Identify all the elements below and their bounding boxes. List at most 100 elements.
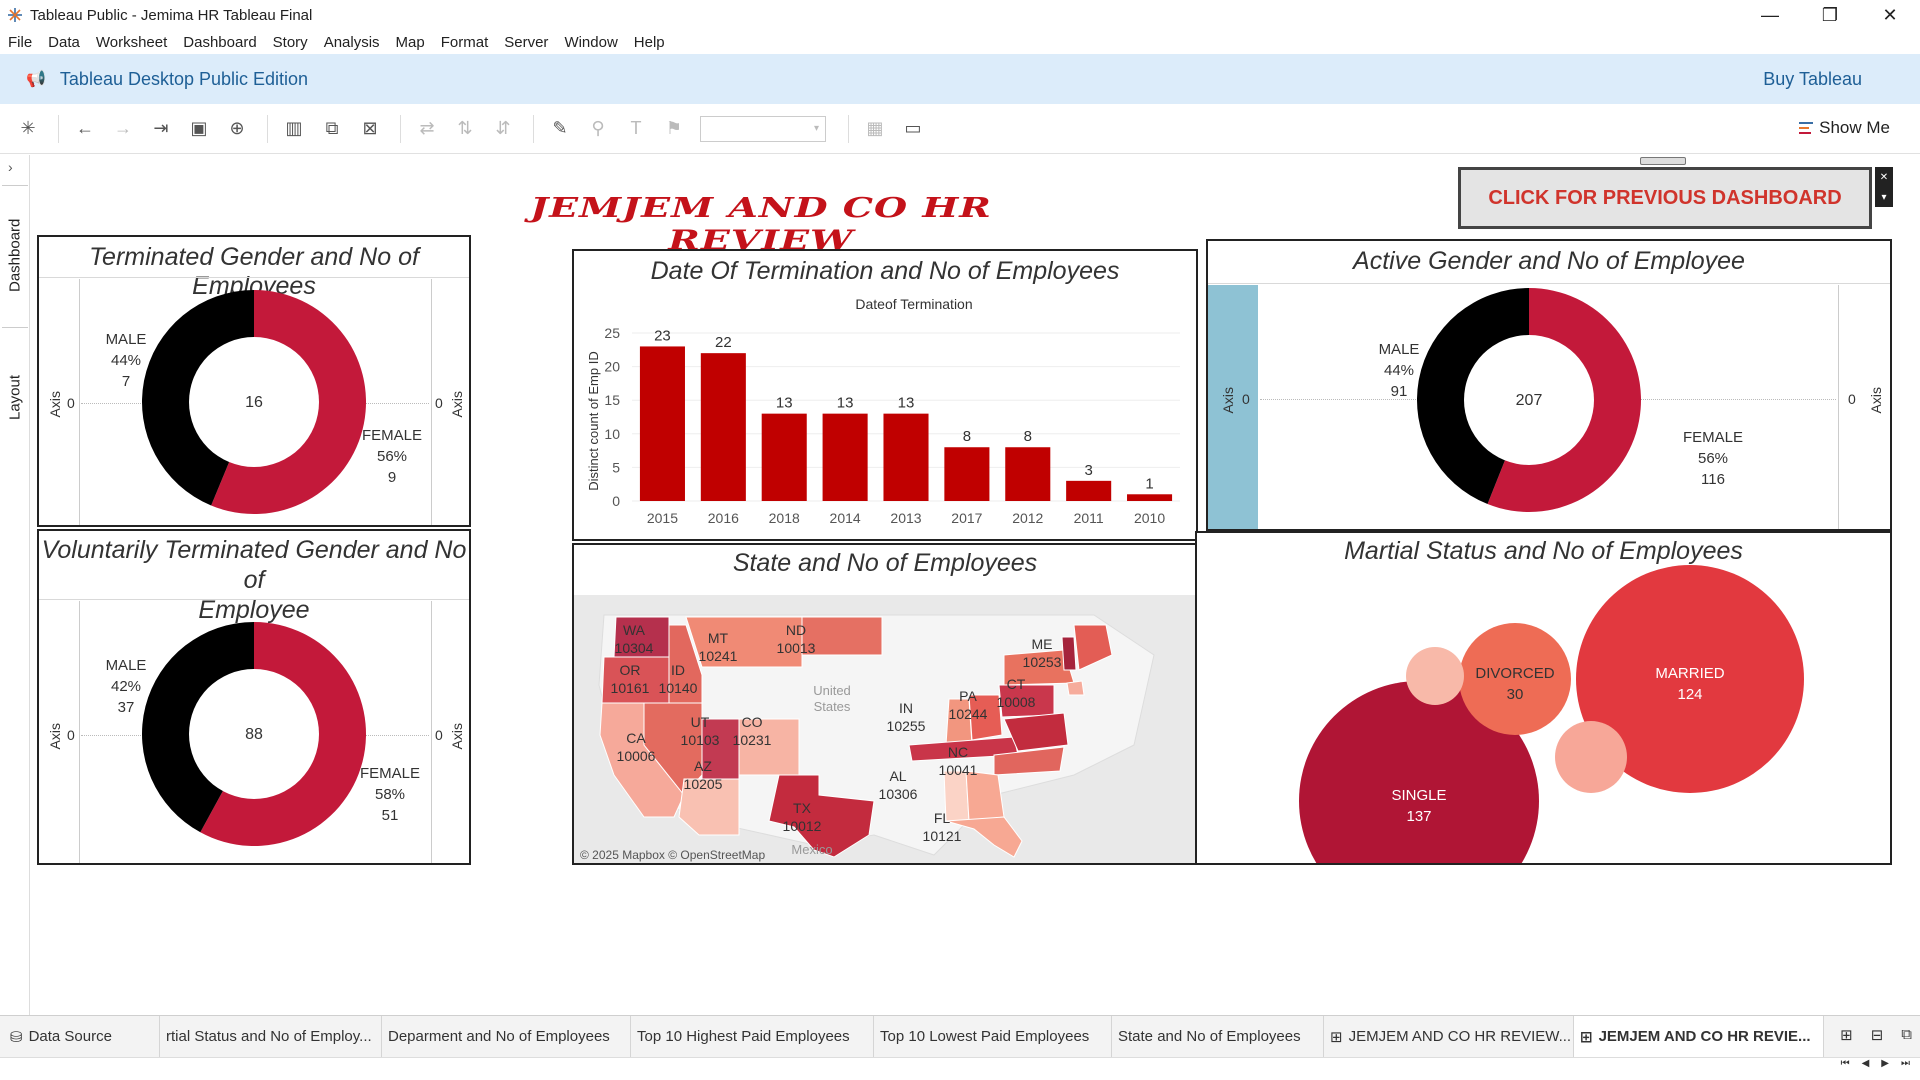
tab-data-source[interactable]: ⛁ Data Source <box>0 1015 160 1058</box>
state-ct[interactable] <box>1066 680 1085 696</box>
chevron-down-icon[interactable]: ▾ <box>1881 192 1886 203</box>
highlight-icon[interactable]: ✎ <box>548 117 572 141</box>
right-axis-zero: 0 <box>435 395 443 411</box>
dashboard-title: JEMJEM AND CO HR REVIEW <box>530 191 992 256</box>
fit-icon[interactable]: ▦ <box>863 117 887 141</box>
menu-format[interactable]: Format <box>441 34 489 51</box>
tab-hr-review-1[interactable]: ⊞ JEMJEM AND CO HR REVIEW... <box>1324 1015 1574 1058</box>
bar-2016[interactable] <box>700 353 746 501</box>
bar-2012[interactable] <box>1005 447 1051 501</box>
close-icon[interactable]: ✕ <box>1880 172 1888 183</box>
prev-sheet-icon[interactable]: ◀ <box>1862 1058 1870 1069</box>
save-icon[interactable]: ▣ <box>187 117 211 141</box>
tab-hr-review-2[interactable]: ⊞ JEMJEM AND CO HR REVIE... <box>1574 1015 1824 1058</box>
bar-2014[interactable] <box>822 413 868 501</box>
menu-dashboard[interactable]: Dashboard <box>183 34 256 51</box>
bar-chart: Dateof Termination Distinct count of Emp… <box>586 296 1180 526</box>
toolbar: ✳ ← → ⇥ ▣ ⊕ ▥ ⧉ ⊠ ⇄ ⇅ ⇵ ✎ ⚲ T ⚑ ▾ ▦ ▭ Sh… <box>0 104 1920 154</box>
duplicate-icon[interactable]: ⧉ <box>320 117 344 141</box>
add-data-icon[interactable]: ⊕ <box>225 117 249 141</box>
replay-icon[interactable]: ⇥ <box>149 117 173 141</box>
bar-2017[interactable] <box>944 447 990 501</box>
new-dashboard-icon[interactable]: ⊟ <box>1871 1026 1884 1044</box>
menu-analysis[interactable]: Analysis <box>324 34 380 51</box>
map-credit[interactable]: © 2025 Mapbox © OpenStreetMap <box>580 848 765 862</box>
left-axis-label: Axis <box>47 723 63 750</box>
new-worksheet-icon[interactable]: ▥ <box>282 117 306 141</box>
redo-icon[interactable]: → <box>111 117 135 141</box>
divorced-label-group: DIVORCED 30 <box>1465 663 1565 705</box>
group-icon[interactable]: ⚲ <box>586 117 610 141</box>
menu-worksheet[interactable]: Worksheet <box>96 34 167 51</box>
male-pct: 42% <box>110 678 142 695</box>
married-count: 124 <box>1677 686 1703 703</box>
tab-top10-highest[interactable]: Top 10 Highest Paid Employees <box>631 1015 874 1058</box>
male-pct: 44% <box>1383 362 1415 379</box>
bar-2010[interactable] <box>1127 494 1173 501</box>
tableau-logo-icon[interactable]: ✳ <box>16 117 40 141</box>
menu-file[interactable]: File <box>8 34 32 51</box>
title-bar: Tableau Public - Jemima HR Tableau Final… <box>0 0 1920 30</box>
bar-2018[interactable] <box>761 413 807 501</box>
label-icon[interactable]: T <box>624 117 648 141</box>
map-label-pa: PA 10244 <box>948 688 988 722</box>
female-pct: 56% <box>376 448 408 465</box>
bar-2011[interactable] <box>1066 480 1112 501</box>
map-region-label-mexico: Mexico <box>791 842 833 857</box>
previous-dashboard-button[interactable]: CLICK FOR PREVIOUS DASHBOARD <box>1458 167 1872 229</box>
tab-marital-status[interactable]: rtial Status and No of Employ... <box>160 1015 382 1058</box>
left-axis-line <box>79 601 80 863</box>
sort-desc-icon[interactable]: ⇵ <box>491 117 515 141</box>
presentation-icon[interactable]: ▭ <box>901 117 925 141</box>
menu-story[interactable]: Story <box>273 34 308 51</box>
menu-data[interactable]: Data <box>48 34 80 51</box>
tab-top10-lowest[interactable]: Top 10 Lowest Paid Employees <box>874 1015 1112 1058</box>
show-me-button[interactable]: Show Me <box>1799 118 1890 138</box>
donut-total: 207 <box>1515 392 1543 409</box>
dashboard-icon: ⊞ <box>1330 1028 1343 1046</box>
new-worksheet-icon[interactable]: ⊞ <box>1840 1026 1853 1044</box>
bar-2013[interactable] <box>883 413 929 501</box>
expand-chevron-icon[interactable]: › <box>8 159 13 175</box>
clear-sheet-icon[interactable]: ⊠ <box>358 117 382 141</box>
tab-layout[interactable]: Layout <box>2 327 28 467</box>
restore-button[interactable]: ❐ <box>1800 0 1860 30</box>
first-sheet-icon[interactable]: ⏮ <box>1841 1058 1850 1069</box>
undo-icon[interactable]: ← <box>73 117 97 141</box>
close-button[interactable]: ✕ <box>1860 0 1920 30</box>
menu-map[interactable]: Map <box>396 34 425 51</box>
pin-icon[interactable]: ⚑ <box>662 117 686 141</box>
bar-2015[interactable] <box>639 346 685 501</box>
menu-help[interactable]: Help <box>634 34 665 51</box>
menu-window[interactable]: Window <box>564 34 617 51</box>
buy-tableau-link[interactable]: Buy Tableau <box>1763 69 1862 90</box>
y-tick-label: 10 <box>604 426 620 442</box>
button-scrollbar[interactable]: ✕ ▾ <box>1875 167 1893 207</box>
tab-department[interactable]: Deparment and No of Employees <box>382 1015 631 1058</box>
menu-server[interactable]: Server <box>504 34 548 51</box>
tab-state[interactable]: State and No of Employees <box>1112 1015 1324 1058</box>
title-divider <box>1208 283 1890 284</box>
male-count: 37 <box>117 699 135 716</box>
female-count: 51 <box>381 807 399 824</box>
single-label: SINGLE <box>1391 787 1447 804</box>
next-sheet-icon[interactable]: ▶ <box>1881 1058 1889 1069</box>
sort-asc-icon[interactable]: ⇅ <box>453 117 477 141</box>
fit-dropdown[interactable]: ▾ <box>700 115 826 142</box>
new-story-icon[interactable]: ⧉ <box>1901 1026 1912 1044</box>
right-axis-line <box>431 601 432 863</box>
swap-icon[interactable]: ⇄ <box>415 117 439 141</box>
y-tick-label: 0 <box>612 493 620 509</box>
bubble-other-medium[interactable] <box>1555 721 1627 793</box>
toolbar-separator <box>400 114 401 143</box>
drag-handle[interactable] <box>1640 157 1686 165</box>
tab-dashboard[interactable]: Dashboard <box>2 185 28 325</box>
bubble-other-small[interactable] <box>1406 647 1464 705</box>
female-count: 9 <box>387 469 397 486</box>
map-label-ut: UT 10103 <box>680 714 720 748</box>
title-divider <box>39 277 469 278</box>
x-tick-label: 2018 <box>769 510 800 526</box>
state-map-panel: State and No of Employees WA 10304 OR 10… <box>572 543 1198 865</box>
minimize-button[interactable]: — <box>1740 0 1800 30</box>
last-sheet-icon[interactable]: ⏭ <box>1901 1058 1910 1069</box>
